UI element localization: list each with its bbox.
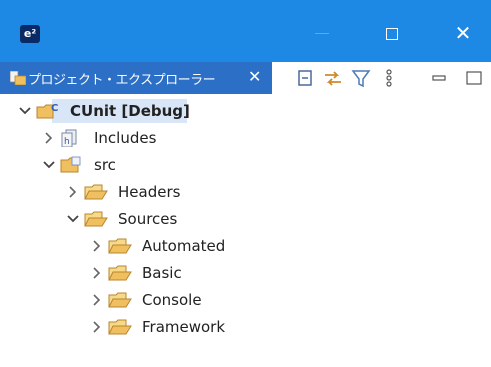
tree-item-label: Includes — [94, 129, 157, 147]
tree-item-label: Framework — [142, 318, 226, 336]
tree-item-label: src — [94, 156, 116, 174]
source-folder-icon — [60, 156, 81, 173]
title-bar: e² ✕ — [0, 0, 491, 62]
tab-close-button[interactable]: ✕ — [248, 67, 261, 86]
maximize-icon — [386, 27, 398, 40]
folder-icon — [108, 265, 132, 281]
tree-item-label: Basic — [142, 264, 182, 282]
collapse-all-icon[interactable] — [294, 67, 316, 89]
eclipse-app-icon[interactable]: e² — [20, 25, 40, 43]
tree-item-includes[interactable]: h Includes — [0, 126, 200, 150]
folder-icon — [108, 292, 132, 308]
chevron-right-icon[interactable] — [90, 261, 104, 285]
c-project-icon: C — [36, 103, 58, 119]
close-window-button[interactable]: ✕ — [443, 18, 483, 48]
svg-text:h: h — [64, 137, 70, 147]
tree-item-root[interactable]: C CUnit [Debug] — [0, 99, 200, 123]
view-tab-bar: プロジェクト・エクスプローラー ✕ — [0, 62, 491, 96]
tree-item-basic[interactable]: Basic — [0, 261, 250, 285]
chevron-right-icon[interactable] — [90, 288, 104, 312]
tree-item-automated[interactable]: Automated — [0, 234, 250, 258]
svg-text:C: C — [51, 103, 58, 114]
folder-icon — [84, 211, 108, 227]
close-icon: ✕ — [454, 21, 472, 45]
chevron-right-icon[interactable] — [66, 180, 80, 204]
tree-item-label: Console — [142, 291, 202, 309]
folder-icon — [84, 184, 108, 200]
includes-icon: h — [61, 129, 77, 147]
chevron-right-icon[interactable] — [42, 126, 56, 150]
tab-project-explorer[interactable]: プロジェクト・エクスプローラー ✕ — [0, 62, 272, 94]
tree-item-console[interactable]: Console — [0, 288, 250, 312]
chevron-right-icon[interactable] — [90, 315, 104, 339]
chevron-down-icon[interactable] — [18, 99, 32, 123]
filter-icon[interactable] — [350, 67, 372, 89]
tree-item-headers[interactable]: Headers — [0, 180, 220, 204]
tab-title: プロジェクト・エクスプローラー — [28, 73, 216, 88]
project-explorer-icon — [10, 71, 26, 85]
project-tree: C CUnit [Debug] h Includes src Headers S… — [0, 96, 491, 367]
maximize-view-icon[interactable] — [463, 67, 485, 89]
maximize-window-button[interactable] — [372, 18, 412, 48]
tree-item-src[interactable]: src — [0, 153, 200, 177]
tree-item-label: Sources — [118, 210, 178, 228]
link-with-editor-icon[interactable] — [322, 67, 344, 89]
tree-item-label: CUnit [Debug] — [70, 102, 190, 120]
tree-item-label: Headers — [118, 183, 181, 201]
minimize-icon — [315, 33, 329, 34]
view-menu-icon[interactable] — [378, 67, 400, 89]
folder-icon — [108, 238, 132, 254]
chevron-down-icon[interactable] — [42, 153, 56, 177]
minimize-view-icon[interactable] — [428, 67, 450, 89]
chevron-right-icon[interactable] — [90, 234, 104, 258]
tree-item-label: Automated — [142, 237, 226, 255]
minimize-window-button[interactable] — [302, 18, 342, 48]
tree-item-framework[interactable]: Framework — [0, 315, 250, 339]
chevron-down-icon[interactable] — [66, 207, 80, 231]
folder-icon — [108, 319, 132, 335]
tree-item-sources[interactable]: Sources — [0, 207, 220, 231]
